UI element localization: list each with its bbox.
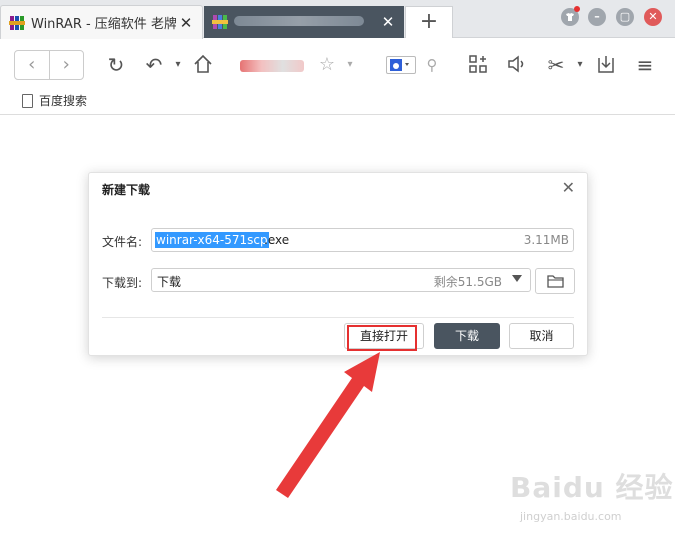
watermark-url: jingyan.baidu.com [520,510,622,523]
annotation-arrow [276,352,380,498]
watermark-logo: Baidu 经验 [510,471,674,504]
